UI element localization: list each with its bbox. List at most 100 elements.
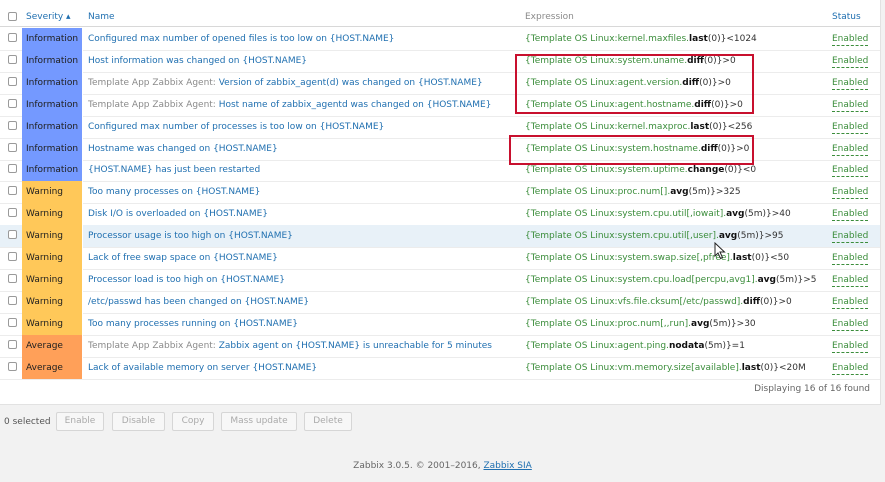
table-row: Warning Processor load is too high on {HO… xyxy=(0,268,880,292)
trigger-name[interactable]: Processor load is too high on {HOST.NAME… xyxy=(88,275,285,285)
status-toggle-link[interactable]: Enabled xyxy=(832,33,869,46)
severity-column-header[interactable]: Severity ▴ xyxy=(26,12,71,22)
trigger-name-link[interactable]: /etc/passwd has been changed on {HOST.NA… xyxy=(88,291,309,313)
trigger-name[interactable]: Too many processes on {HOST.NAME} xyxy=(88,187,260,197)
expression-item-link[interactable]: {Template OS Linux:agent.ping. xyxy=(525,341,669,351)
expression-condition: (5m)}>325 xyxy=(688,187,741,198)
trigger-name-link[interactable]: Template App Zabbix Agent: Host name of … xyxy=(88,94,491,116)
status-toggle-link[interactable]: Enabled xyxy=(832,121,869,134)
table-row: Warning/etc/passwd has been changed on {… xyxy=(0,290,880,314)
displaying-count: Displaying 16 of 16 found xyxy=(754,384,870,394)
trigger-name-link[interactable]: Too many processes running on {HOST.NAME… xyxy=(88,313,298,335)
row-checkbox[interactable] xyxy=(8,33,17,42)
template-prefix[interactable]: Template App Zabbix Agent: xyxy=(88,78,219,88)
mass-update-button[interactable]: Mass update xyxy=(221,412,297,431)
trigger-name[interactable]: Version of zabbix_agent(d) was changed o… xyxy=(219,78,483,88)
status-toggle-link[interactable]: Enabled xyxy=(832,77,869,90)
status-toggle-link[interactable]: Enabled xyxy=(832,164,869,178)
expression-item-link[interactable]: {Template OS Linux:vfs.file.cksum[/etc/p… xyxy=(525,297,743,307)
disable-button[interactable]: Disable xyxy=(112,412,165,431)
enable-button[interactable]: Enable xyxy=(56,412,104,431)
trigger-name[interactable]: Lack of free swap space on {HOST.NAME} xyxy=(88,253,278,263)
row-checkbox[interactable] xyxy=(8,295,17,305)
delete-button[interactable]: Delete xyxy=(304,412,352,431)
status-toggle-link[interactable]: Enabled xyxy=(832,55,869,68)
select-all-checkbox[interactable] xyxy=(8,12,17,21)
trigger-name-link[interactable]: Template App Zabbix Agent: Version of za… xyxy=(88,72,483,94)
row-checkbox[interactable] xyxy=(8,252,17,261)
trigger-name[interactable]: Processor usage is too high on {HOST.NAM… xyxy=(88,231,293,241)
severity-cell: Warning xyxy=(22,225,83,248)
expression-item-link[interactable]: {Template OS Linux:system.swap.size[,pfr… xyxy=(525,253,733,263)
row-checkbox[interactable] xyxy=(8,76,17,86)
expression-item-link[interactable]: {Template OS Linux:kernel.maxfiles. xyxy=(525,34,689,44)
status-toggle-link[interactable]: Enabled xyxy=(832,252,869,265)
row-checkbox[interactable] xyxy=(8,208,17,218)
status-toggle-link[interactable]: Enabled xyxy=(832,362,869,375)
trigger-name-link[interactable]: Lack of available memory on server {HOST… xyxy=(88,357,317,379)
expression-item-link[interactable]: {Template OS Linux:proc.num[,,run]. xyxy=(525,319,691,329)
status-toggle-link[interactable]: Enabled xyxy=(832,230,869,244)
trigger-name[interactable]: Hostname was changed on {HOST.NAME} xyxy=(88,144,278,154)
trigger-name[interactable]: Lack of available memory on server {HOST… xyxy=(88,363,317,373)
row-checkbox[interactable] xyxy=(8,54,17,64)
status-toggle-link[interactable]: Enabled xyxy=(832,296,869,309)
trigger-name[interactable]: Host name of zabbix_agentd was changed o… xyxy=(219,100,492,110)
row-checkbox[interactable] xyxy=(8,164,17,174)
row-checkbox[interactable] xyxy=(8,339,17,349)
status-toggle-link[interactable]: Enabled xyxy=(832,318,869,331)
row-checkbox[interactable] xyxy=(8,361,17,371)
status-toggle-link[interactable]: Enabled xyxy=(832,143,869,156)
trigger-name-link[interactable]: Processor load is too high on {HOST.NAME… xyxy=(88,269,285,291)
trigger-name-link[interactable]: Host information was changed on {HOST.NA… xyxy=(88,50,307,72)
name-column-header[interactable]: Name xyxy=(88,12,115,22)
expression-item-link[interactable]: {Template OS Linux:system.cpu.util[,user… xyxy=(525,231,719,241)
row-checkbox[interactable] xyxy=(8,186,17,196)
trigger-name[interactable]: Disk I/O is overloaded on {HOST.NAME} xyxy=(88,209,268,219)
trigger-name-link[interactable]: {HOST.NAME} has just been restarted xyxy=(88,159,260,181)
template-prefix[interactable]: Template App Zabbix Agent: xyxy=(88,100,219,110)
expression-item-link[interactable]: {Template OS Linux:proc.num[]. xyxy=(525,187,670,197)
severity-cell: Warning xyxy=(22,312,83,335)
expression-cell: {Template OS Linux:proc.num[,,run].avg(5… xyxy=(525,313,756,335)
trigger-name[interactable]: Zabbix agent on {HOST.NAME} is unreachab… xyxy=(219,341,492,351)
trigger-name[interactable]: Configured max number of processes is to… xyxy=(88,122,384,132)
template-prefix[interactable]: Template App Zabbix Agent: xyxy=(88,341,219,351)
status-toggle-link[interactable]: Enabled xyxy=(832,186,869,200)
status-toggle-link[interactable]: Enabled xyxy=(832,99,869,112)
trigger-name-link[interactable]: Too many processes on {HOST.NAME} xyxy=(88,181,260,203)
trigger-name-link[interactable]: Configured max number of processes is to… xyxy=(88,116,384,138)
row-checkbox[interactable] xyxy=(8,120,17,130)
row-checkbox[interactable] xyxy=(8,142,17,152)
status-toggle-link[interactable]: Enabled xyxy=(832,340,869,353)
trigger-name-link[interactable]: Template App Zabbix Agent: Zabbix agent … xyxy=(88,335,492,357)
trigger-name[interactable]: /etc/passwd has been changed on {HOST.NA… xyxy=(88,297,309,307)
expression-item-link[interactable]: {Template OS Linux:vm.memory.size[availa… xyxy=(525,363,742,373)
row-checkbox[interactable] xyxy=(8,230,17,240)
expression-item-link[interactable]: {Template OS Linux:system.cpu.load[percp… xyxy=(525,275,758,285)
trigger-name-link[interactable]: Lack of free swap space on {HOST.NAME} xyxy=(88,247,278,269)
status-toggle-link[interactable]: Enabled xyxy=(832,274,869,287)
expression-item-link[interactable]: {Template OS Linux:system.cpu.util[,iowa… xyxy=(525,209,726,219)
trigger-name-link[interactable]: Configured max number of opened files is… xyxy=(88,28,394,50)
expression-item-link[interactable]: {Template OS Linux:kernel.maxproc. xyxy=(525,122,690,132)
row-checkbox[interactable] xyxy=(8,273,17,283)
trigger-name-link[interactable]: Processor usage is too high on {HOST.NAM… xyxy=(88,225,293,247)
trigger-name[interactable]: {HOST.NAME} has just been restarted xyxy=(88,165,260,175)
trigger-name-link[interactable]: Hostname was changed on {HOST.NAME} xyxy=(88,138,278,160)
status-toggle-link[interactable]: Enabled xyxy=(832,208,869,222)
status-column-header[interactable]: Status xyxy=(832,12,861,22)
expression-condition: (5m)}>95 xyxy=(737,231,784,242)
expression-function: last xyxy=(690,121,710,132)
table-header: Severity ▴ Name Expression Status xyxy=(0,6,880,27)
copy-button[interactable]: Copy xyxy=(172,412,214,431)
trigger-name[interactable]: Host information was changed on {HOST.NA… xyxy=(88,56,307,66)
trigger-name[interactable]: Too many processes running on {HOST.NAME… xyxy=(88,319,298,329)
row-checkbox[interactable] xyxy=(8,98,17,108)
trigger-name[interactable]: Configured max number of opened files is… xyxy=(88,34,394,44)
expression-function: change xyxy=(687,165,725,176)
trigger-name-link[interactable]: Disk I/O is overloaded on {HOST.NAME} xyxy=(88,203,268,225)
zabbix-sia-link[interactable]: Zabbix SIA xyxy=(483,461,531,471)
row-checkbox[interactable] xyxy=(8,317,17,327)
expression-item-link[interactable]: {Template OS Linux:system.uptime. xyxy=(525,165,688,175)
